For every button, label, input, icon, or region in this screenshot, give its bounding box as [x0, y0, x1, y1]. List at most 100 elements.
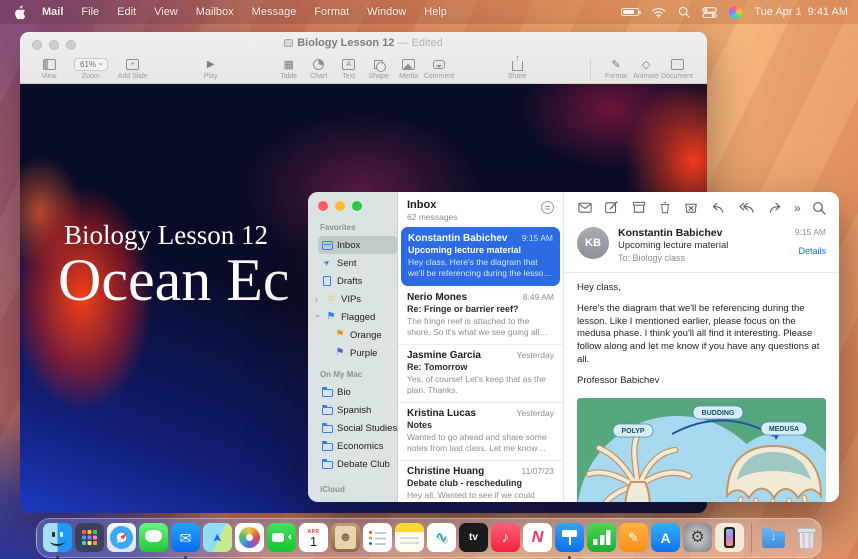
menu-mailbox[interactable]: Mailbox	[196, 6, 234, 18]
table-icon: ▦	[284, 57, 294, 71]
compose-icon[interactable]	[604, 200, 619, 215]
lifecycle-diagram[interactable]: POLYP BUDDING MEDUSA	[577, 398, 826, 502]
menu-edit[interactable]: Edit	[117, 6, 136, 18]
chevron-down-icon[interactable]: ›	[314, 314, 323, 320]
add-slide-button[interactable]: +Add Slide	[118, 57, 148, 80]
dock-launchpad[interactable]	[75, 523, 104, 552]
sidebar-item-social-studies[interactable]: Social Studies	[318, 419, 397, 437]
view-button[interactable]: View	[34, 57, 64, 80]
message-row[interactable]: Kristina LucasYesterday Notes Wanted to …	[398, 402, 563, 460]
sidebar-item-sent[interactable]: ➤Sent	[318, 254, 397, 272]
mail-traffic-lights[interactable]	[318, 201, 397, 211]
dock-pages[interactable]: ✎	[619, 523, 648, 552]
menu-format[interactable]: Format	[314, 6, 349, 18]
sidebar-item-flag-purple[interactable]: ⚑Purple	[331, 344, 397, 362]
dock-safari[interactable]	[107, 523, 136, 552]
dock-notes[interactable]	[395, 523, 424, 552]
comment-button[interactable]: Comment	[424, 57, 454, 80]
dock-maps[interactable]: ➤	[203, 523, 232, 552]
chart-button[interactable]: Chart	[304, 57, 334, 80]
trash-icon[interactable]	[658, 200, 672, 215]
dock-calendar[interactable]: APR1	[299, 523, 328, 552]
text-button[interactable]: AText	[334, 57, 364, 80]
table-button[interactable]: ▦Table	[274, 57, 304, 80]
reply-all-icon[interactable]	[738, 200, 756, 215]
details-link[interactable]: Details	[795, 246, 826, 256]
sidebar-item-economics[interactable]: Economics	[318, 437, 397, 455]
filter-icon[interactable]	[541, 201, 554, 214]
sidebar-item-vips[interactable]: ›☆VIPs	[318, 290, 397, 308]
dock-keynote[interactable]	[555, 523, 584, 552]
dock-finder[interactable]	[43, 523, 72, 552]
dock-messages[interactable]	[139, 523, 168, 552]
sidebar-item-inbox[interactable]: Inbox	[318, 236, 397, 254]
message-row[interactable]: Nerio Mones8:49 AM Re: Fringe or barrier…	[398, 287, 563, 344]
menu-file[interactable]: File	[81, 6, 99, 18]
sidebar-item-flagged[interactable]: ›⚑Flagged	[318, 308, 397, 326]
dock-system-settings[interactable]: ⚙	[683, 523, 712, 552]
draft-document-icon	[323, 276, 331, 286]
dock-facetime[interactable]	[267, 523, 296, 552]
slide-title[interactable]: Ocean Ec	[58, 246, 290, 315]
downloads-folder-icon: ↓	[759, 523, 788, 552]
share-button[interactable]: Share	[502, 57, 532, 80]
shape-button[interactable]: Shape	[364, 57, 394, 80]
junk-icon[interactable]	[683, 200, 699, 215]
mail-window[interactable]: Favorites Inbox ➤Sent Drafts ›☆VIPs ›⚑Fl…	[308, 192, 839, 502]
get-mail-icon[interactable]	[577, 200, 593, 215]
archive-icon[interactable]	[631, 200, 647, 215]
document-button[interactable]: Document	[661, 57, 693, 80]
folder-icon	[322, 407, 333, 415]
user-account-icon[interactable]	[729, 6, 742, 19]
menu-mail[interactable]: Mail	[42, 6, 63, 18]
menu-window[interactable]: Window	[367, 6, 406, 18]
reply-icon[interactable]	[710, 200, 726, 215]
chevron-right-icon[interactable]: ›	[315, 295, 321, 304]
message-row-selected[interactable]: Konstantin Babichev9:15 AM Upcoming lect…	[401, 227, 560, 286]
sidebar-item-flag-orange[interactable]: ⚑Orange	[331, 326, 397, 344]
search-icon[interactable]	[812, 201, 826, 215]
sidebar-item-spanish[interactable]: Spanish	[318, 401, 397, 419]
forward-icon[interactable]	[767, 200, 783, 215]
iphone-mirroring-icon	[715, 523, 744, 552]
dock-music[interactable]: ♪	[491, 523, 520, 552]
dock-tv[interactable]: tv	[459, 523, 488, 552]
dock-reminders[interactable]	[363, 523, 392, 552]
apple-menu[interactable]	[12, 5, 25, 20]
zoom-dropdown[interactable]: 61%›Zoom	[74, 57, 108, 80]
more-actions-icon[interactable]: »	[794, 202, 801, 214]
sidebar-item-drafts[interactable]: Drafts	[318, 272, 397, 290]
message-row[interactable]: Christine Huang11/07/23 Debate club - re…	[398, 460, 563, 502]
dock-trash[interactable]	[791, 523, 820, 552]
dock-mail[interactable]: ✉	[171, 523, 200, 552]
dock-app-store[interactable]: A	[651, 523, 680, 552]
dock-numbers[interactable]	[587, 523, 616, 552]
menu-help[interactable]: Help	[424, 6, 447, 18]
control-center-icon[interactable]	[702, 7, 717, 18]
minimize-icon[interactable]	[335, 201, 345, 211]
menu-bar-clock[interactable]: Tue Apr 1 9:41 AM	[754, 6, 848, 18]
dock-iphone-mirroring[interactable]	[715, 523, 744, 552]
dock-photos[interactable]	[235, 523, 264, 552]
menu-view[interactable]: View	[154, 6, 178, 18]
dock-freeform[interactable]: ∿	[427, 523, 456, 552]
menu-message[interactable]: Message	[252, 6, 297, 18]
media-button[interactable]: Media	[394, 57, 424, 80]
zoom-window-icon[interactable]	[352, 201, 362, 211]
sidebar-item-debate-club[interactable]: Debate Club	[318, 455, 397, 473]
battery-icon[interactable]	[621, 8, 639, 16]
spotlight-search-icon[interactable]	[678, 6, 690, 18]
sidebar-section-icloud[interactable]: iCloud	[320, 485, 397, 494]
format-button[interactable]: ✎Format	[601, 57, 631, 80]
animate-diamond-icon: ◇	[642, 57, 650, 71]
dock-contacts[interactable]	[331, 523, 360, 552]
close-icon[interactable]	[318, 201, 328, 211]
sidebar-item-bio[interactable]: Bio	[318, 383, 397, 401]
dock-news[interactable]: N	[523, 523, 552, 552]
wifi-icon[interactable]	[651, 7, 666, 18]
dock-downloads[interactable]: ↓	[759, 523, 788, 552]
reminders-icon	[363, 523, 392, 552]
animate-button[interactable]: ◇Animate	[631, 57, 661, 80]
message-row[interactable]: Jasmine GarciaYesterday Re: Tomorrow Yes…	[398, 344, 563, 402]
play-button[interactable]: ▶Play	[196, 57, 226, 80]
